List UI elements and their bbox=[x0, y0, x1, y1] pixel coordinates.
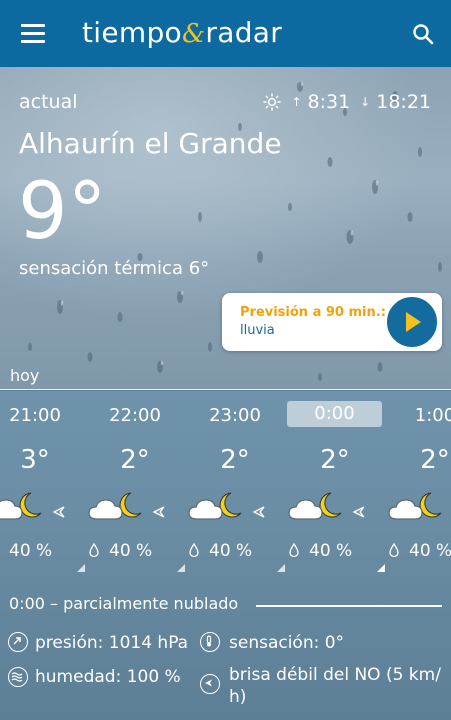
humidity-value: humedad: 100 % bbox=[35, 667, 181, 687]
logo-text-2: radar bbox=[205, 16, 283, 49]
rain-drop-icon bbox=[189, 543, 199, 557]
rain-drop-icon bbox=[89, 543, 99, 557]
play-icon bbox=[406, 312, 421, 332]
hour-column[interactable]: 23:00 2° 40 % bbox=[185, 391, 285, 581]
hour-temp: 2° bbox=[220, 445, 250, 475]
rain-drop-icon bbox=[389, 543, 399, 557]
hour-temp: 2° bbox=[320, 445, 350, 475]
hour-time: 0:00 bbox=[287, 401, 382, 427]
sun-times: ↑ 8:31 ↓ 18:21 bbox=[263, 91, 431, 113]
partly-cloudy-night-icon bbox=[288, 492, 342, 520]
expand-indicator bbox=[177, 564, 185, 572]
sensation-value: sensación: 0° bbox=[229, 633, 345, 653]
forecast-90min-card[interactable]: Previsión a 90 min.: lluvia bbox=[222, 293, 442, 351]
hour-precip: 40 % bbox=[9, 541, 53, 561]
sun-icon bbox=[263, 93, 282, 111]
thermometer-icon bbox=[200, 632, 220, 652]
partly-cloudy-night-icon bbox=[188, 492, 242, 520]
wind-direction-icon bbox=[153, 506, 165, 518]
hour-precip: 40 % bbox=[309, 541, 353, 561]
pressure-value: presión: 1014 hPa bbox=[35, 633, 189, 653]
forecast-90min-title: Previsión a 90 min.: bbox=[240, 305, 386, 320]
sunset-arrow-icon: ↓ bbox=[360, 95, 371, 109]
sunset-time: 18:21 bbox=[376, 91, 431, 113]
current-label: actual bbox=[19, 91, 78, 113]
hour-precip: 40 % bbox=[409, 541, 451, 561]
app-bar: tiempo&radar bbox=[0, 0, 451, 67]
partly-cloudy-night-icon bbox=[88, 492, 142, 520]
logo-ampersand: & bbox=[181, 19, 206, 49]
hour-precip: 40 % bbox=[209, 541, 253, 561]
menu-icon[interactable] bbox=[21, 24, 45, 43]
hour-time: 22:00 bbox=[109, 405, 161, 426]
hour-temp: 2° bbox=[420, 445, 450, 475]
hour-column[interactable]: 1:00 2° 40 % bbox=[385, 391, 451, 581]
wind-direction-icon bbox=[253, 506, 265, 518]
hour-precip: 40 % bbox=[109, 541, 153, 561]
wind-line-1: brisa débil del NO (5 km/ bbox=[229, 665, 441, 685]
hour-temp: 2° bbox=[120, 445, 150, 475]
hourly-forecast: 21:00 3° 40 % 22:00 2° 40 % 23:00 2° 40 … bbox=[0, 391, 451, 720]
expand-indicator bbox=[377, 564, 385, 572]
play-button[interactable] bbox=[385, 295, 439, 349]
wind-direction-icon bbox=[353, 506, 365, 518]
sunrise-arrow-icon: ↑ bbox=[291, 95, 302, 109]
selected-hour-summary: 0:00 – parcialmente nublado bbox=[9, 594, 239, 613]
rain-drop-icon bbox=[289, 543, 299, 557]
current-temperature: 9° bbox=[18, 167, 107, 257]
wind-direction-icon bbox=[53, 506, 65, 518]
hour-column[interactable]: 22:00 2° 40 % bbox=[85, 391, 185, 581]
hour-time: 21:00 bbox=[9, 405, 61, 426]
hour-column-selected[interactable]: 0:00 2° 40 % bbox=[285, 391, 385, 581]
partly-cloudy-night-icon bbox=[0, 492, 42, 520]
forecast-90min-text: lluvia bbox=[240, 323, 275, 338]
search-icon[interactable] bbox=[411, 22, 435, 46]
expand-indicator bbox=[77, 564, 85, 572]
hour-temp: 3° bbox=[20, 445, 50, 475]
divider bbox=[0, 389, 451, 390]
hour-time: 23:00 bbox=[209, 405, 261, 426]
wind-description: brisa débil del NO (5 km/ h) bbox=[229, 664, 441, 708]
wind-icon bbox=[200, 674, 220, 694]
pressure-icon bbox=[8, 632, 28, 652]
hour-column[interactable]: 21:00 3° 40 % bbox=[0, 391, 85, 581]
humidity-icon bbox=[8, 667, 28, 687]
wind-line-2: h) bbox=[229, 687, 247, 707]
app-logo[interactable]: tiempo&radar bbox=[82, 16, 282, 51]
city-name: Alhaurín el Grande bbox=[19, 127, 282, 160]
summary-divider bbox=[256, 605, 442, 607]
partly-cloudy-night-icon bbox=[388, 492, 442, 520]
logo-text-1: tiempo bbox=[82, 16, 182, 49]
current-weather-panel: actual ↑ 8:31 ↓ 18:21 Alhaurín el Grande… bbox=[0, 67, 451, 390]
hour-time: 1:00 bbox=[414, 405, 451, 426]
sunrise-time: 8:31 bbox=[307, 91, 351, 113]
day-label: hoy bbox=[10, 366, 40, 385]
feels-like: sensación térmica 6° bbox=[19, 258, 210, 279]
expand-indicator bbox=[277, 564, 285, 572]
